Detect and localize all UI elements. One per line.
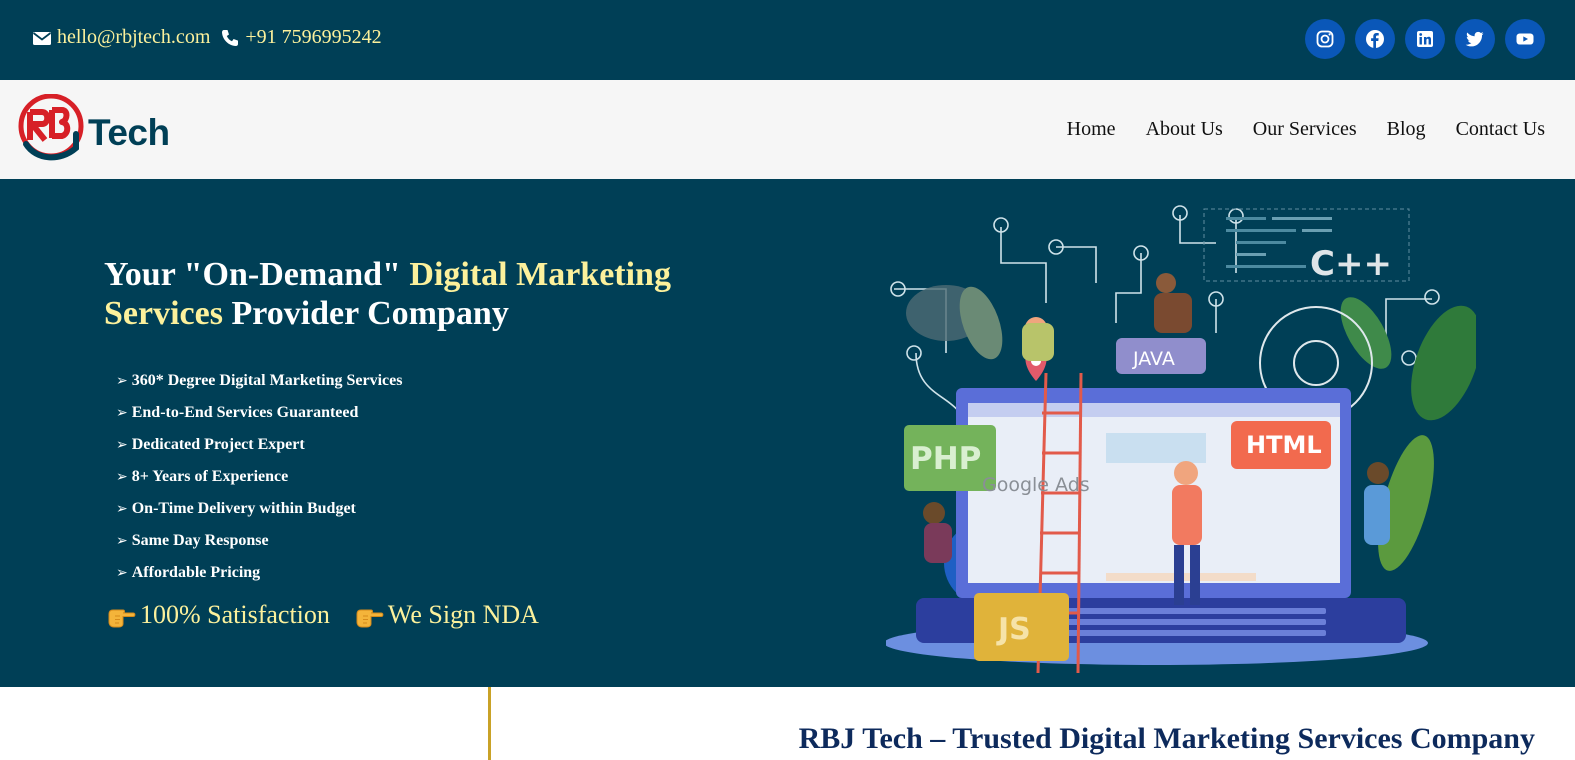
promise-satisfaction: 100% Satisfaction <box>106 600 330 630</box>
promise-text: 100% Satisfaction <box>140 600 330 629</box>
arrow-icon: ➢ <box>116 533 128 549</box>
instagram-button[interactable] <box>1305 19 1345 59</box>
logo-text: Tech <box>88 112 170 153</box>
cpp-label: C++ <box>1310 244 1392 284</box>
nav-contact-us[interactable]: Contact Us <box>1456 118 1545 141</box>
google-ads-label: Google Ads <box>982 474 1090 496</box>
feature-item: ➢ Same Day Response <box>116 529 402 561</box>
nav-our-services[interactable]: Our Services <box>1253 118 1357 141</box>
headline-part1: Your "On-Demand" <box>104 256 410 293</box>
contact-info: hello@rbjtech.com +91 7596995242 <box>32 26 382 49</box>
top-bar: hello@rbjtech.com +91 7596995242 <box>0 0 1575 80</box>
pointing-hand-icon <box>354 600 384 630</box>
feature-item: ➢ End-to-End Services Guaranteed <box>116 401 402 433</box>
arrow-icon: ➢ <box>116 501 128 517</box>
feature-item: ➢ Affordable Pricing <box>116 561 402 593</box>
arrow-icon: ➢ <box>116 469 128 485</box>
twitter-button[interactable] <box>1455 19 1495 59</box>
feature-item: ➢ On-Time Delivery within Budget <box>116 497 402 529</box>
envelope-icon <box>32 28 52 48</box>
email-link[interactable]: hello@rbjtech.com <box>57 26 210 49</box>
section-title: RBJ Tech – Trusted Digital Marketing Ser… <box>798 722 1535 755</box>
social-links <box>1305 19 1545 59</box>
feature-text: On-Time Delivery within Budget <box>131 500 356 517</box>
screen-panel <box>1106 433 1206 463</box>
headline-part2: Provider Company <box>222 295 509 332</box>
promise-badges: 100% Satisfaction We Sign NDA <box>106 600 539 630</box>
primary-nav: Home About Us Our Services Blog Contact … <box>1037 118 1545 141</box>
screen-toolbar <box>968 403 1340 417</box>
youtube-icon <box>1515 29 1535 49</box>
feature-item: ➢ 8+ Years of Experience <box>116 465 402 497</box>
arrow-icon: ➢ <box>116 373 128 389</box>
feature-text: Affordable Pricing <box>131 564 261 581</box>
section-divider <box>488 687 491 760</box>
nav-blog[interactable]: Blog <box>1387 118 1426 141</box>
youtube-button[interactable] <box>1505 19 1545 59</box>
nav-about-us[interactable]: About Us <box>1146 118 1223 141</box>
rbj-tech-logo[interactable]: Tech <box>18 94 170 164</box>
promise-text: We Sign NDA <box>387 600 539 629</box>
arrow-icon: ➢ <box>116 437 128 453</box>
hero-headline: Your "On-Demand" Digital Marketing Servi… <box>104 255 704 333</box>
feature-text: 8+ Years of Experience <box>131 468 289 485</box>
phone-link[interactable]: +91 7596995242 <box>245 26 381 49</box>
promise-nda: We Sign NDA <box>354 600 539 630</box>
js-label: JS <box>996 612 1031 647</box>
feature-item: ➢ Dedicated Project Expert <box>116 433 402 465</box>
instagram-icon <box>1315 29 1335 49</box>
pointing-hand-icon <box>106 600 136 630</box>
java-label: JAVA <box>1132 348 1175 370</box>
feature-text: Dedicated Project Expert <box>131 436 305 453</box>
feature-list: ➢ 360* Degree Digital Marketing Services … <box>116 369 402 593</box>
hero-section: Your "On-Demand" Digital Marketing Servi… <box>0 179 1575 687</box>
feature-text: End-to-End Services Guaranteed <box>131 404 359 421</box>
facebook-button[interactable] <box>1355 19 1395 59</box>
feature-text: 360* Degree Digital Marketing Services <box>131 372 403 389</box>
linkedin-button[interactable] <box>1405 19 1445 59</box>
facebook-icon <box>1365 29 1385 49</box>
html-label: HTML <box>1246 431 1322 459</box>
rbj-monogram-icon <box>18 94 84 161</box>
twitter-icon <box>1465 29 1485 49</box>
arrow-icon: ➢ <box>116 405 128 421</box>
phone-icon <box>220 28 240 48</box>
php-label: PHP <box>910 441 981 477</box>
main-navbar: Tech Home About Us Our Services Blog Con… <box>0 80 1575 179</box>
hero-illustration: C++ JAVA PHP HTML Google Ads JS <box>886 205 1476 673</box>
nav-home[interactable]: Home <box>1067 118 1116 141</box>
arrow-icon: ➢ <box>116 565 128 581</box>
feature-text: Same Day Response <box>131 532 269 549</box>
linkedin-icon <box>1415 29 1435 49</box>
feature-item: ➢ 360* Degree Digital Marketing Services <box>116 369 402 401</box>
